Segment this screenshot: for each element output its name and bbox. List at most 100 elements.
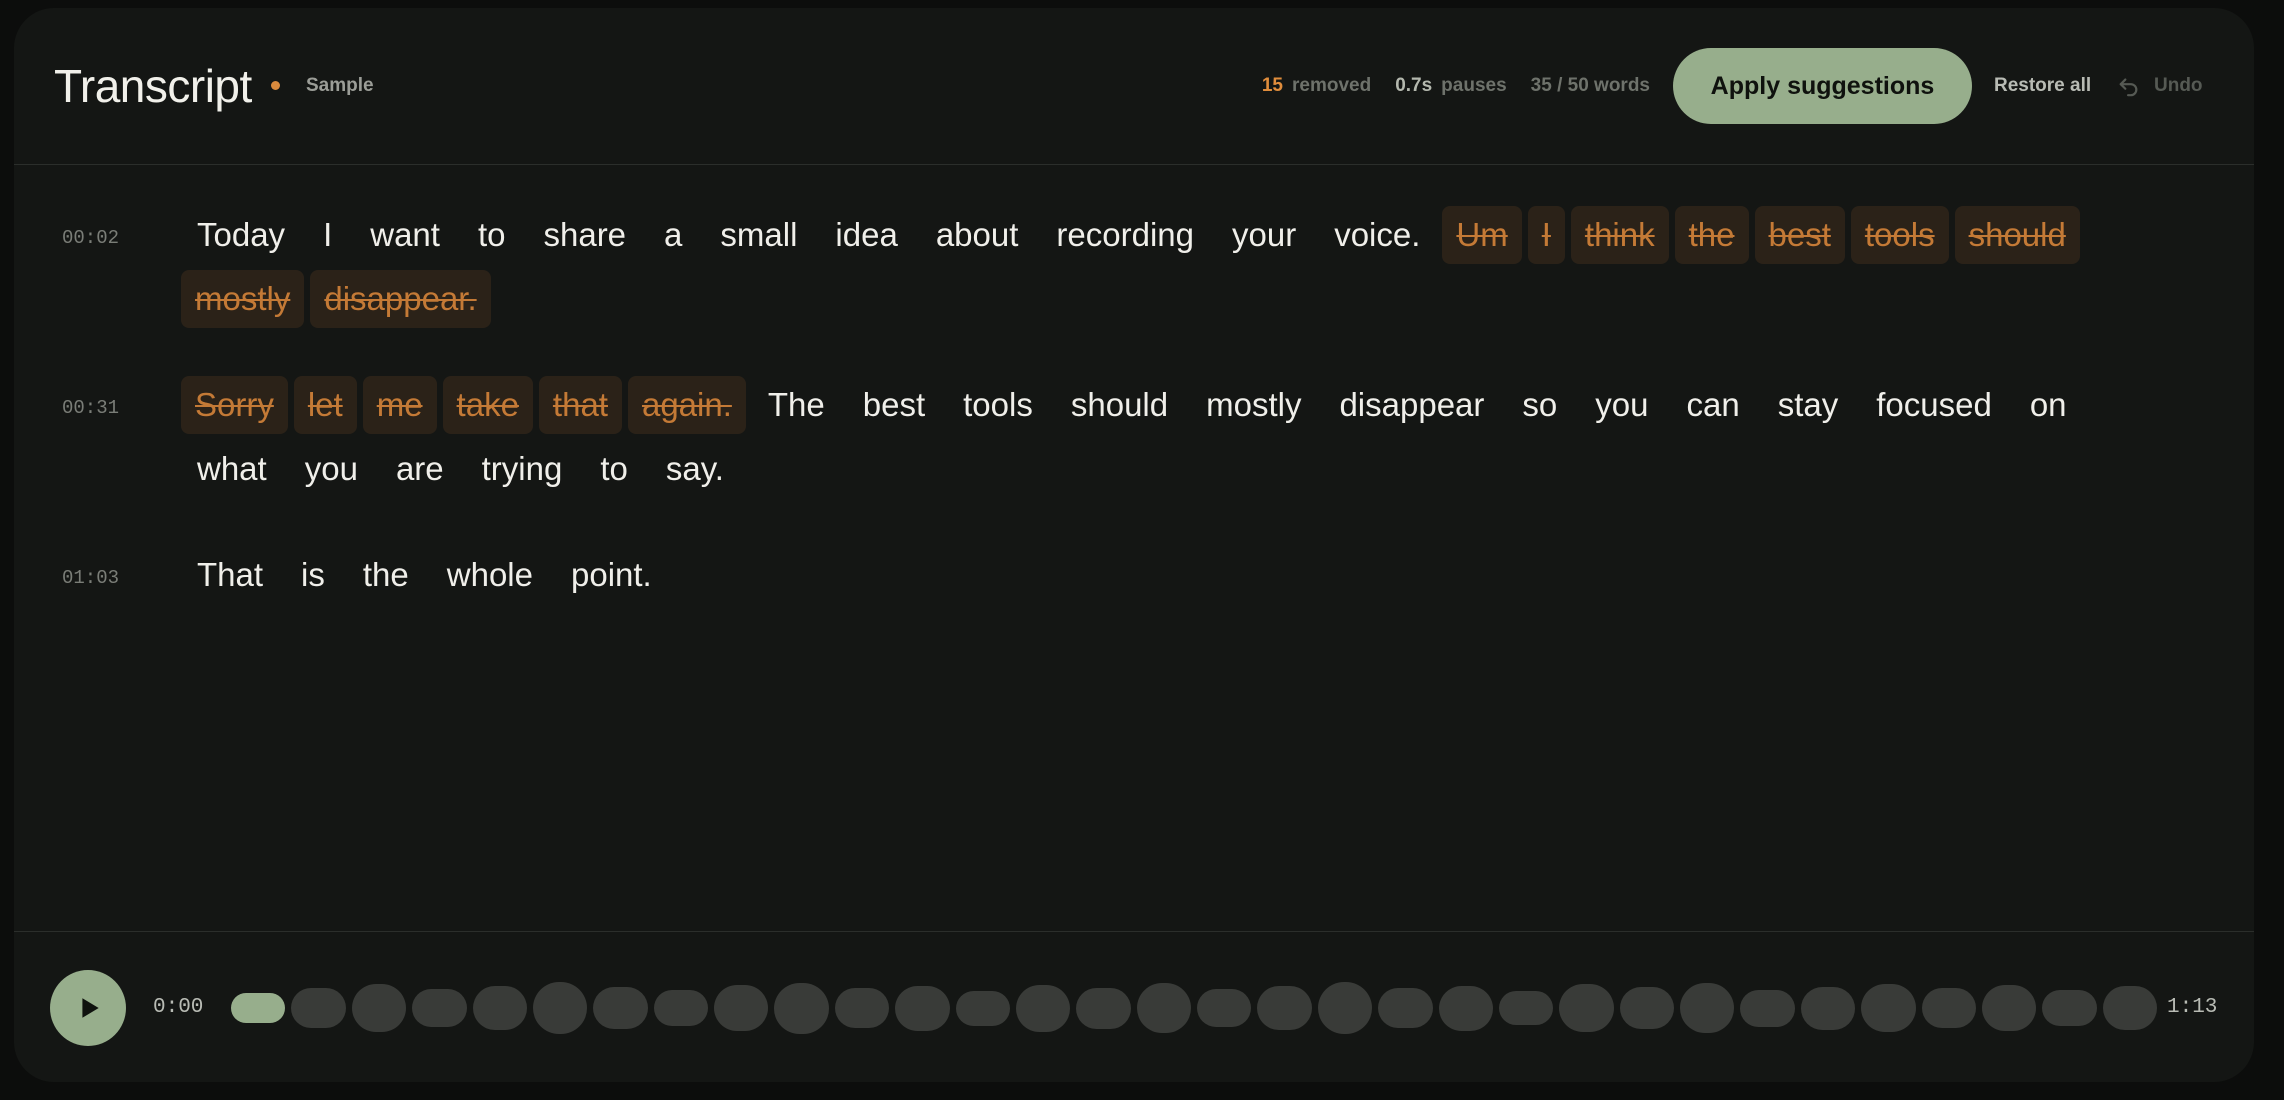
sample-label: Sample bbox=[306, 75, 374, 96]
removed-word[interactable]: take bbox=[442, 376, 533, 434]
word[interactable]: your bbox=[1216, 206, 1312, 264]
word[interactable]: stay bbox=[1762, 376, 1855, 434]
removed-word[interactable]: think bbox=[1570, 206, 1669, 264]
word[interactable]: should bbox=[1055, 376, 1184, 434]
removed-word[interactable]: mostly bbox=[181, 270, 305, 328]
waveform-bar bbox=[532, 982, 588, 1034]
waveform-bar bbox=[1619, 987, 1674, 1029]
removed-word[interactable]: let bbox=[293, 376, 357, 434]
word[interactable]: tools bbox=[947, 376, 1049, 434]
word[interactable]: to bbox=[584, 440, 644, 498]
word[interactable]: trying bbox=[466, 440, 579, 498]
play-button[interactable] bbox=[50, 970, 126, 1046]
total-time: 1:13 bbox=[2167, 996, 2218, 1019]
word[interactable]: say. bbox=[650, 440, 740, 498]
word[interactable]: That bbox=[181, 546, 279, 604]
waveform-bar bbox=[2042, 990, 2097, 1026]
removed-word[interactable]: best bbox=[1754, 206, 1845, 264]
restore-all-button[interactable]: Restore all bbox=[1994, 74, 2091, 98]
removed-word[interactable]: Sorry bbox=[181, 376, 288, 434]
word[interactable]: about bbox=[920, 206, 1035, 264]
word[interactable]: recording bbox=[1040, 206, 1210, 264]
waveform-bar bbox=[1921, 988, 1976, 1028]
waveform-scrubber[interactable] bbox=[231, 970, 2157, 1046]
word[interactable]: the bbox=[347, 546, 425, 604]
word[interactable]: idea bbox=[819, 206, 913, 264]
removed-word[interactable]: I bbox=[1527, 206, 1565, 264]
removed-count: 15 bbox=[1261, 75, 1283, 96]
word-count-stat: 35 / 50 words bbox=[1531, 74, 1650, 98]
word[interactable]: best bbox=[847, 376, 941, 434]
word[interactable]: you bbox=[1579, 376, 1664, 434]
waveform-bar bbox=[1740, 989, 1795, 1027]
waveform-bar bbox=[1800, 986, 1856, 1030]
word[interactable]: disappear bbox=[1323, 376, 1500, 434]
waveform-bar bbox=[714, 985, 769, 1031]
play-icon bbox=[82, 998, 99, 1018]
waveform-bar bbox=[291, 988, 346, 1028]
pauses-label: pauses bbox=[1441, 75, 1507, 96]
waveform-bar bbox=[1378, 988, 1433, 1028]
removed-word[interactable]: should bbox=[1954, 206, 2080, 264]
header: Transcript Sample 15 removed 0.7s pauses… bbox=[14, 8, 2254, 165]
word[interactable]: share bbox=[527, 206, 642, 264]
removed-word[interactable]: tools bbox=[1850, 206, 1949, 264]
removed-word[interactable]: that bbox=[538, 376, 622, 434]
word[interactable]: are bbox=[380, 440, 460, 498]
word[interactable]: whole bbox=[431, 546, 549, 604]
word[interactable]: Today bbox=[181, 206, 301, 264]
word[interactable]: so bbox=[1506, 376, 1573, 434]
word[interactable]: a bbox=[648, 206, 698, 264]
word[interactable]: what bbox=[181, 440, 283, 498]
word[interactable]: point. bbox=[555, 546, 668, 604]
paragraph-timestamp: 01:03 bbox=[62, 567, 120, 589]
removed-word[interactable]: me bbox=[362, 376, 437, 434]
undo-icon bbox=[2119, 78, 2138, 97]
waveform-bar bbox=[1498, 991, 1554, 1025]
word[interactable]: focused bbox=[1860, 376, 2008, 434]
apply-suggestions-button[interactable]: Apply suggestions bbox=[1673, 48, 1972, 124]
waveform-bar bbox=[1317, 982, 1373, 1034]
removed-word[interactable]: disappear. bbox=[310, 270, 491, 328]
waveform-bar bbox=[1257, 986, 1312, 1030]
status-dot bbox=[271, 81, 280, 90]
waveform-bar bbox=[231, 993, 286, 1023]
undo-button[interactable]: Undo bbox=[2118, 70, 2203, 102]
paragraph-words: Sorry let me take that again. The best tools shou… bbox=[181, 376, 2141, 498]
word[interactable]: The bbox=[752, 376, 841, 434]
undo-label: Undo bbox=[2154, 75, 2203, 96]
word[interactable]: on bbox=[2014, 376, 2083, 434]
waveform-bar bbox=[1981, 985, 2037, 1031]
removed-label: removed bbox=[1291, 75, 1372, 96]
word[interactable]: want bbox=[354, 206, 456, 264]
removed-stat: 15 removed bbox=[1262, 74, 1371, 98]
paragraph-timestamp: 00:31 bbox=[62, 397, 120, 419]
waveform-bar bbox=[1861, 984, 1916, 1032]
word[interactable]: I bbox=[307, 206, 348, 264]
word[interactable]: to bbox=[462, 206, 522, 264]
waveform-bar bbox=[472, 986, 527, 1030]
waveform-bar bbox=[1559, 984, 1614, 1032]
word-count: 35 / 50 words bbox=[1530, 75, 1650, 96]
waveform-bar bbox=[1438, 985, 1493, 1031]
waveform-bar bbox=[1197, 989, 1252, 1027]
word[interactable]: can bbox=[1670, 376, 1755, 434]
removed-word[interactable]: Um bbox=[1442, 206, 1522, 264]
waveform-bar bbox=[1680, 983, 1735, 1033]
waveform-bar bbox=[1076, 987, 1131, 1029]
waveform-bar bbox=[774, 982, 829, 1034]
paragraph-words: Today Iwant to share a small idea about recordin… bbox=[181, 206, 2141, 328]
stats-bar: 15 removed 0.7s pauses 35 / 50 words bbox=[1262, 74, 1650, 98]
removed-word[interactable]: the bbox=[1674, 206, 1749, 264]
paragraph-timestamp: 00:02 bbox=[62, 227, 120, 249]
page-title: Transcript bbox=[54, 60, 252, 112]
word[interactable]: is bbox=[285, 546, 341, 604]
audio-player: 0:00 1:13 bbox=[14, 931, 2254, 1082]
word[interactable]: voice. bbox=[1318, 206, 1436, 264]
word[interactable]: you bbox=[289, 440, 374, 498]
removed-word[interactable]: again. bbox=[627, 376, 746, 434]
paragraph-words: That is the whole point. bbox=[181, 546, 2141, 604]
word[interactable]: mostly bbox=[1190, 376, 1317, 434]
word[interactable]: small bbox=[704, 206, 813, 264]
waveform-bar bbox=[955, 990, 1010, 1026]
